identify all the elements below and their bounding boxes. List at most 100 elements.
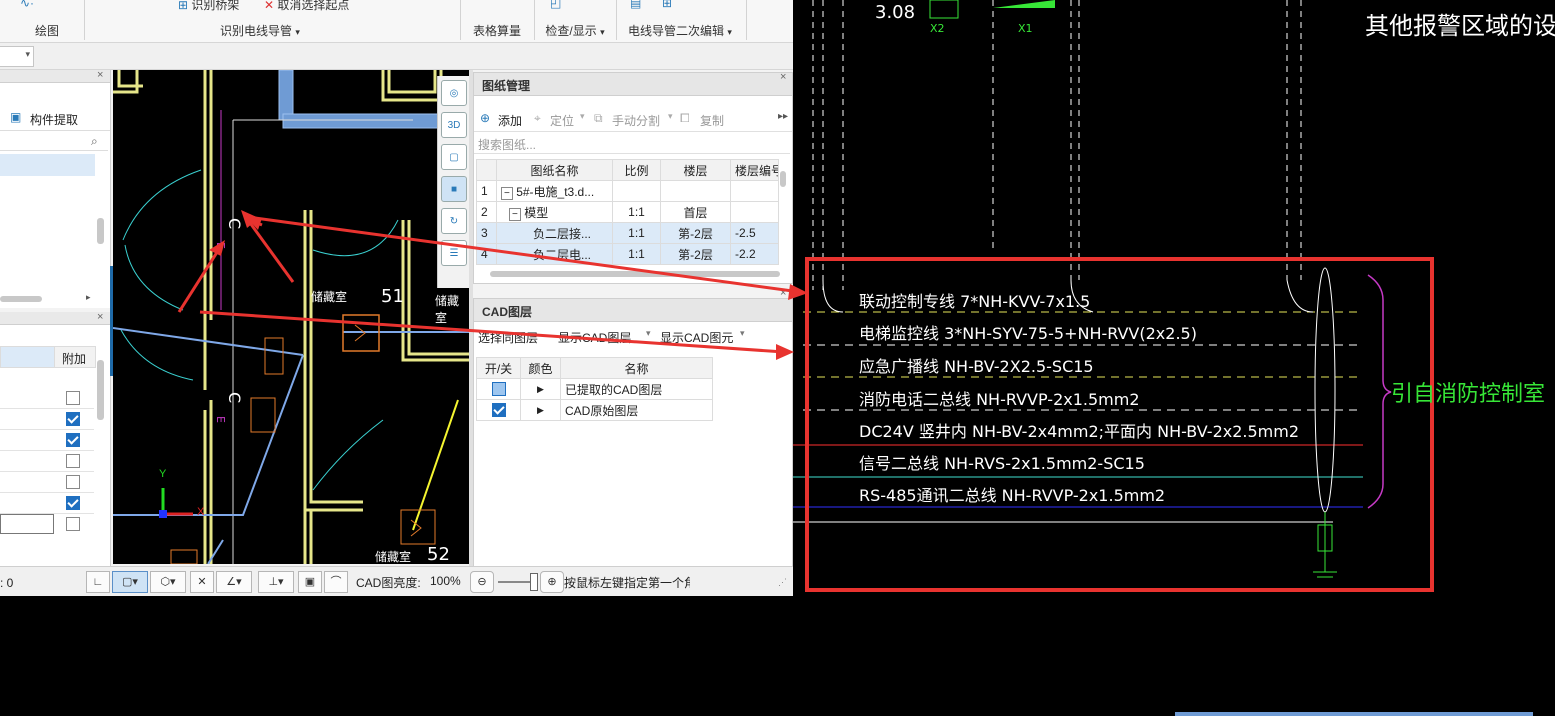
locate-icon: ⌖ xyxy=(534,111,541,125)
close-icon[interactable]: × xyxy=(97,69,103,81)
layer-toggle-checkbox[interactable] xyxy=(491,403,506,418)
draw-tool-icon[interactable]: ∿· xyxy=(20,0,34,10)
component-panel: × ▣ 构件提取 ⌕ ▸ xyxy=(0,69,111,308)
attach-checkbox[interactable] xyxy=(66,391,80,405)
same-color-button[interactable]: 选择同图层 xyxy=(478,329,538,346)
table-row[interactable]: ▶ CAD原始图层 xyxy=(476,399,713,421)
ribbon: ∿· ⊞ 识别桥架 ✕ 取消选择起点 ▤ ⊞ ◰ 绘图 识别电线导管 ▾ 表格算… xyxy=(0,0,793,43)
angle-icon[interactable]: ∠▾ xyxy=(216,571,252,593)
tray-segment xyxy=(278,70,294,121)
group-check-label[interactable]: 检查/显示 ▾ xyxy=(538,22,612,38)
ortho-icon[interactable]: ∟ xyxy=(86,571,110,593)
value-label: 3.08 xyxy=(875,2,916,23)
axis-y-label: Y xyxy=(159,468,167,480)
software-window: ∿· ⊞ 识别桥架 ✕ 取消选择起点 ▤ ⊞ ◰ 绘图 识别电线导管 ▾ 表格算… xyxy=(0,0,793,596)
screen-icon[interactable]: ▣ xyxy=(298,571,322,593)
floor-combo[interactable]: ▾ xyxy=(0,46,34,67)
close-icon[interactable]: × xyxy=(780,287,786,299)
identify-bridge-button[interactable]: ⊞ 识别桥架 xyxy=(178,0,239,13)
layer-list-icon[interactable]: ☰ xyxy=(441,240,467,266)
attach-checkbox[interactable] xyxy=(66,412,80,426)
property-panel: × 附加 xyxy=(0,311,111,566)
select-mode-icon[interactable]: ▢▾ xyxy=(112,571,148,593)
cancel-start-button[interactable]: ✕ 取消选择起点 xyxy=(264,0,349,13)
room-label: 储藏室 xyxy=(435,294,460,325)
attach-checkbox[interactable] xyxy=(66,517,80,531)
table-icon[interactable]: ▤ xyxy=(630,0,641,10)
col-header[interactable]: 楼层 xyxy=(660,159,731,181)
scrollbar-thumb[interactable] xyxy=(780,171,786,187)
cube-icon[interactable]: ▢ xyxy=(441,144,467,170)
cable-label: RS-485通讯二总线 NH-RVVP-2x1.5mm2 xyxy=(859,486,1166,505)
attach-checkbox[interactable] xyxy=(66,433,80,447)
cad-drawing: C C E E xyxy=(113,70,469,564)
drawing-search-input[interactable]: 搜索图纸... xyxy=(474,133,790,154)
resize-grip-icon[interactable]: ⋰ xyxy=(778,577,787,588)
table-row[interactable]: 1 − 5#-电施_t3.d... xyxy=(476,180,779,202)
svg-text:C: C xyxy=(225,218,244,229)
wall-line xyxy=(309,210,363,504)
close-icon[interactable]: × xyxy=(97,311,103,323)
brightness-slider[interactable] xyxy=(498,581,534,583)
h-scrollbar-thumb[interactable] xyxy=(490,271,780,277)
scrollbar-thumb[interactable] xyxy=(97,360,104,420)
hint-text: 按鼠标左键指定第一个角 xyxy=(564,576,690,590)
table-row[interactable]: 3 负二层接... 1:1 第-2层 -2.5 xyxy=(476,222,779,244)
col-header: 名称 xyxy=(560,357,713,379)
room-number: 51 xyxy=(381,286,404,307)
h-scrollbar-thumb[interactable] xyxy=(0,296,42,302)
zoom-out-icon[interactable]: ⊖ xyxy=(470,571,494,593)
col-header[interactable]: 图纸名称 xyxy=(496,159,613,181)
layer-toggle-checkbox[interactable] xyxy=(491,382,506,397)
selected-list-item[interactable] xyxy=(0,154,95,176)
group-edit-label[interactable]: 电线导管二次编辑 ▾ xyxy=(620,22,740,38)
show-element-button[interactable]: 显示CAD图元 xyxy=(660,329,733,346)
collapse-icon[interactable]: − xyxy=(509,207,521,221)
arc-icon[interactable]: ⌒ xyxy=(324,571,348,593)
table-row[interactable]: 2 − 模型 1:1 首层 xyxy=(476,201,779,223)
slider-handle[interactable] xyxy=(530,573,538,591)
attach-checkbox[interactable] xyxy=(66,475,80,489)
cad-viewport[interactable]: C C E E 储藏室 51 储藏室 储藏室 52 Y X xyxy=(113,70,469,564)
copy-button[interactable]: 复制 xyxy=(700,112,724,129)
table-grid-icon[interactable]: ⊞ xyxy=(662,0,672,10)
more-icon[interactable]: ▸▸ xyxy=(778,111,788,122)
scroll-right-icon[interactable]: ▸ xyxy=(86,292,91,303)
orbit-icon[interactable]: ◎ xyxy=(441,80,467,106)
table-row[interactable]: ▶ 已提取的CAD图层 xyxy=(476,378,713,400)
panel-title: 图纸管理 xyxy=(482,79,531,93)
zoom-in-icon[interactable]: ⊕ xyxy=(540,571,564,593)
split-icon: ⧉ xyxy=(594,111,603,125)
check-icon[interactable]: ◰ xyxy=(550,0,561,10)
attach-checkbox[interactable] xyxy=(66,496,80,510)
locate-button[interactable]: 定位 xyxy=(550,112,574,129)
layer-toolbar: 选择同图层 显示CAD图层 ▾ 显示CAD图元 ▾ xyxy=(478,328,745,346)
3d-view-icon[interactable]: 3D xyxy=(441,112,467,138)
add-button[interactable]: 添加 xyxy=(498,112,522,129)
note-text: 其他报警区域的设备。 xyxy=(1365,12,1555,40)
col-header[interactable]: 楼层编号 xyxy=(730,159,779,181)
component-search[interactable]: ⌕ xyxy=(0,132,108,151)
status-bar: 数: 0 ∟ ▢▾ ⬡▾ ✕ ∠▾ ⊥▾ ▣ ⌒ CAD图亮度: 100% ⊖ … xyxy=(0,566,793,596)
wall-line xyxy=(381,70,443,102)
split-button[interactable]: 手动分割 xyxy=(612,112,660,129)
value-input[interactable] xyxy=(0,514,54,534)
rotate-icon[interactable]: ↻ xyxy=(441,208,467,234)
col-header[interactable]: 比例 xyxy=(612,159,661,181)
show-layer-button[interactable]: 显示CAD图层 xyxy=(558,329,631,346)
expand-icon[interactable]: ▶ xyxy=(520,378,561,400)
brightness-label: CAD图亮度: xyxy=(356,576,421,590)
table-row[interactable]: 4 负二层电... 1:1 第-2层 -2.2 xyxy=(476,243,779,265)
view-cube-icon[interactable]: ⬡▾ xyxy=(150,571,186,593)
scrollbar-thumb[interactable] xyxy=(97,218,104,244)
close-icon[interactable]: × xyxy=(780,71,786,83)
expand-icon[interactable]: ▶ xyxy=(520,399,561,421)
cube-filled-icon[interactable]: ■ xyxy=(441,176,467,202)
cable-label: 电梯监控线 3*NH-SYV-75-5+NH-RVV(2x2.5) xyxy=(859,324,1197,343)
collapse-icon[interactable]: − xyxy=(501,186,513,200)
snap-icon[interactable]: ⊥▾ xyxy=(258,571,294,593)
attach-checkbox[interactable] xyxy=(66,454,80,468)
extract-button[interactable]: ▣ 构件提取 xyxy=(0,106,110,131)
cross-icon[interactable]: ✕ xyxy=(190,571,214,593)
group-identify-label[interactable]: 识别电线导管 ▾ xyxy=(200,22,320,38)
